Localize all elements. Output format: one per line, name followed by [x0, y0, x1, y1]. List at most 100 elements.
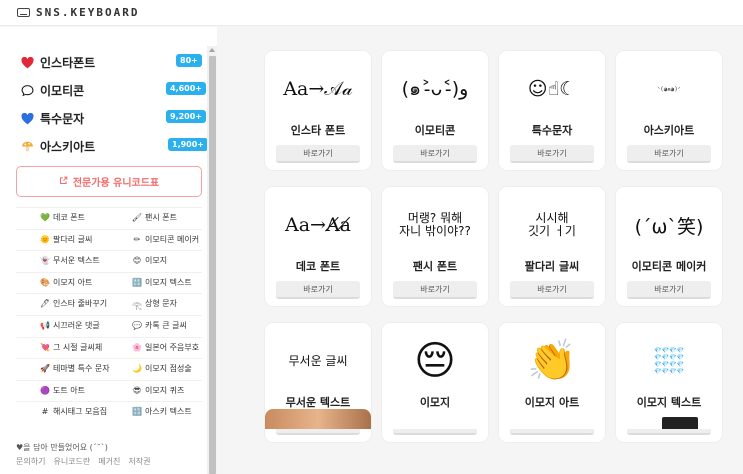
sidebar-item-special-chars[interactable]: 특수문자	[20, 110, 84, 127]
site-logo[interactable]: SNS.KEYBOARD	[17, 6, 139, 19]
sub-item[interactable]: 🌞 팔다리 글씨	[40, 229, 92, 250]
heart-outline-icon: 💘	[40, 342, 50, 352]
sub-item[interactable]: 𓂀 상형 문자	[132, 293, 177, 314]
smile-icon: 😊	[132, 256, 142, 266]
footer-link-copyright[interactable]: 저작권	[128, 456, 150, 467]
category-card[interactable]: ᐠ(◕ᴥ◕)ᐟ 아스키아트바로가기	[616, 51, 722, 170]
card-title: 팬시 폰트	[412, 260, 458, 273]
sidebar-item-ascii-art[interactable]: 아스키아트	[20, 138, 95, 155]
card-preview: 💎💎💎💎 💎💎💎💎 💎💎💎💎 💎💎💎💎	[616, 335, 722, 387]
sub-item-label: 이모지	[145, 256, 168, 266]
category-card[interactable]: (´ω`笑) 이모티콘 메이커 바로가기	[616, 187, 722, 306]
sub-item-label: 이모지 텍스트	[145, 277, 192, 287]
card-preview-text: 👏	[527, 338, 577, 384]
category-card[interactable]: Aa→𝒜𝒶 인스타 폰트 바로가기	[265, 51, 371, 170]
card-preview: ☺☝☾	[499, 63, 605, 115]
card-preview-text: Aa→𝒜𝒶	[283, 78, 353, 100]
card-preview-text: 무서운 글씨	[288, 353, 348, 368]
sub-item[interactable]: 🚀 테마별 특수 문자	[40, 358, 110, 379]
card-title: 특수문자	[531, 124, 573, 137]
card-peek	[616, 409, 722, 429]
sub-item-label: 시끄러운 댓글	[53, 321, 100, 330]
sub-item[interactable]: 👻 무서운 텍스트	[40, 250, 100, 271]
category-card[interactable]: ☺☝☾ 특수문자바로가기	[499, 51, 605, 170]
count-badge: 1,900+	[168, 138, 209, 151]
card-title: 아스키아트	[643, 124, 695, 137]
sub-item[interactable]: 🌸 일본어 주음부호	[132, 337, 199, 358]
footer-link-contact[interactable]: 문의하기	[16, 456, 45, 467]
rocket-icon: 🚀	[40, 364, 50, 374]
sub-item-label: 일본어 주음부호	[145, 342, 200, 352]
sub-item[interactable]: 🔡 아스키 텍스트	[132, 401, 192, 422]
ascii-icon: 🔡	[132, 407, 142, 417]
go-button[interactable]: 바로가기	[510, 145, 594, 163]
card-title: 무서운 텍스트	[285, 396, 351, 409]
scroll-up-arrow-icon[interactable]	[209, 48, 215, 52]
card-preview: ᐠ(◕ᴥ◕)ᐟ	[616, 63, 722, 115]
sub-item[interactable]: 📢 시끄러운 댓글	[40, 315, 100, 336]
card-title: 이모지	[419, 396, 451, 409]
card-title: 데코 폰트	[295, 260, 341, 273]
footer-link-magazine[interactable]: 메거진	[98, 456, 120, 467]
sub-item[interactable]: 🎨 이모지 아트	[40, 272, 92, 293]
unicode-table-button[interactable]: 전문가용 유니코드표	[16, 166, 202, 197]
count-badge: 80+	[176, 54, 202, 67]
sub-item[interactable]: ✏ 이모티콘 메이커	[132, 229, 199, 250]
card-preview-text: 머랭? 뭐해 자니 밖이야??	[399, 211, 471, 238]
card-title: 이모티콘 메이커	[631, 260, 707, 273]
sub-item[interactable]: 🟣 도트 아트	[40, 380, 85, 401]
category-card[interactable]: 머랭? 뭐해 자니 밖이야?? 팬시 폰트바로가기	[382, 187, 488, 306]
sidebar-item-insta-font[interactable]: 인스타폰트	[20, 54, 95, 71]
count-badge: 9,200+	[166, 110, 207, 123]
card-preview: (๑˃̵ᴗ˂̵)و	[382, 63, 488, 115]
card-preview: 무서운 글씨	[265, 335, 371, 387]
card-title: 팔다리 글씨	[524, 260, 580, 273]
sub-item[interactable]: 🖊 인스타 줄바꾸기	[40, 293, 107, 314]
category-card[interactable]: Aa→A̸a̸ 데코 폰트 바로가기	[265, 187, 371, 306]
blue-heart-icon	[20, 112, 34, 126]
sub-item[interactable]: # 해시태그 모음집	[40, 401, 107, 422]
green-heart-icon: 💚	[40, 213, 50, 222]
go-button[interactable]: 바로가기	[393, 145, 477, 163]
sub-item-label: 해시태그 모음집	[53, 407, 108, 417]
sub-item-label: 인스타 줄바꾸기	[53, 299, 108, 309]
sub-item[interactable]: 🔠 이모지 텍스트	[132, 272, 192, 293]
sub-item-label: 이모지 점성술	[145, 364, 192, 374]
sidebar-item-emoticon[interactable]: 이모티콘	[20, 82, 84, 99]
scrollbar-thumb[interactable]	[209, 56, 216, 474]
card-preview: 머랭? 뭐해 자니 밖이야??	[382, 199, 488, 251]
go-button[interactable]: 바로가기	[627, 145, 711, 163]
sub-item-label: 이모지 퀴즈	[145, 385, 185, 395]
card-peek	[382, 409, 488, 429]
go-button[interactable]: 바로가기	[627, 281, 711, 299]
go-button[interactable]: 바로가기	[393, 281, 477, 299]
mushroom-icon	[20, 140, 34, 154]
go-button[interactable]: 바로가기	[276, 145, 360, 163]
card-title: 이모지 아트	[524, 396, 580, 409]
card-preview-text: ᐠ(◕ᴥ◕)ᐟ	[657, 85, 681, 93]
sub-item[interactable]: 😊 이모지	[132, 250, 167, 271]
sub-item-label: 팔다리 글씨	[53, 234, 93, 244]
go-button[interactable]: 바로가기	[276, 281, 360, 299]
sunglasses-icon: 😎	[132, 385, 142, 395]
footer-link-unicode[interactable]: 유니코드란	[53, 456, 90, 467]
sub-item[interactable]: 💬 카톡 큰 글씨	[132, 315, 187, 336]
sub-item-label: 무서운 텍스트	[53, 256, 100, 266]
category-card[interactable]: 시시해 깃기 ㅓ기팔다리 글씨바로가기	[499, 187, 605, 306]
ghost-icon: 👻	[40, 256, 50, 266]
card-preview: 시시해 깃기 ㅓ기	[499, 199, 605, 251]
sub-item[interactable]: 💘 그 시절 글씨체	[40, 337, 102, 358]
keyboard-icon	[17, 8, 30, 17]
chat-icon: 💬	[132, 321, 142, 330]
sub-item[interactable]: 💚 데코 폰트	[40, 207, 85, 228]
sub-item[interactable]: 🖌 팬시 폰트	[132, 207, 177, 228]
hieroglyph-icon: 𓂀	[132, 300, 142, 310]
sub-item-label: 데코 폰트	[53, 213, 85, 222]
go-button[interactable]: 바로가기	[510, 281, 594, 299]
category-card[interactable]: (๑˃̵ᴗ˂̵)و 이모티콘 바로가기	[382, 51, 488, 170]
card-preview: 😔	[382, 335, 488, 387]
card-preview-text: ☺☝☾	[527, 78, 577, 100]
sub-item[interactable]: 😎 이모지 퀴즈	[132, 380, 185, 401]
brush-icon: 🖌	[131, 213, 143, 222]
sub-item[interactable]: 🌙 이모지 점성술	[132, 358, 192, 379]
